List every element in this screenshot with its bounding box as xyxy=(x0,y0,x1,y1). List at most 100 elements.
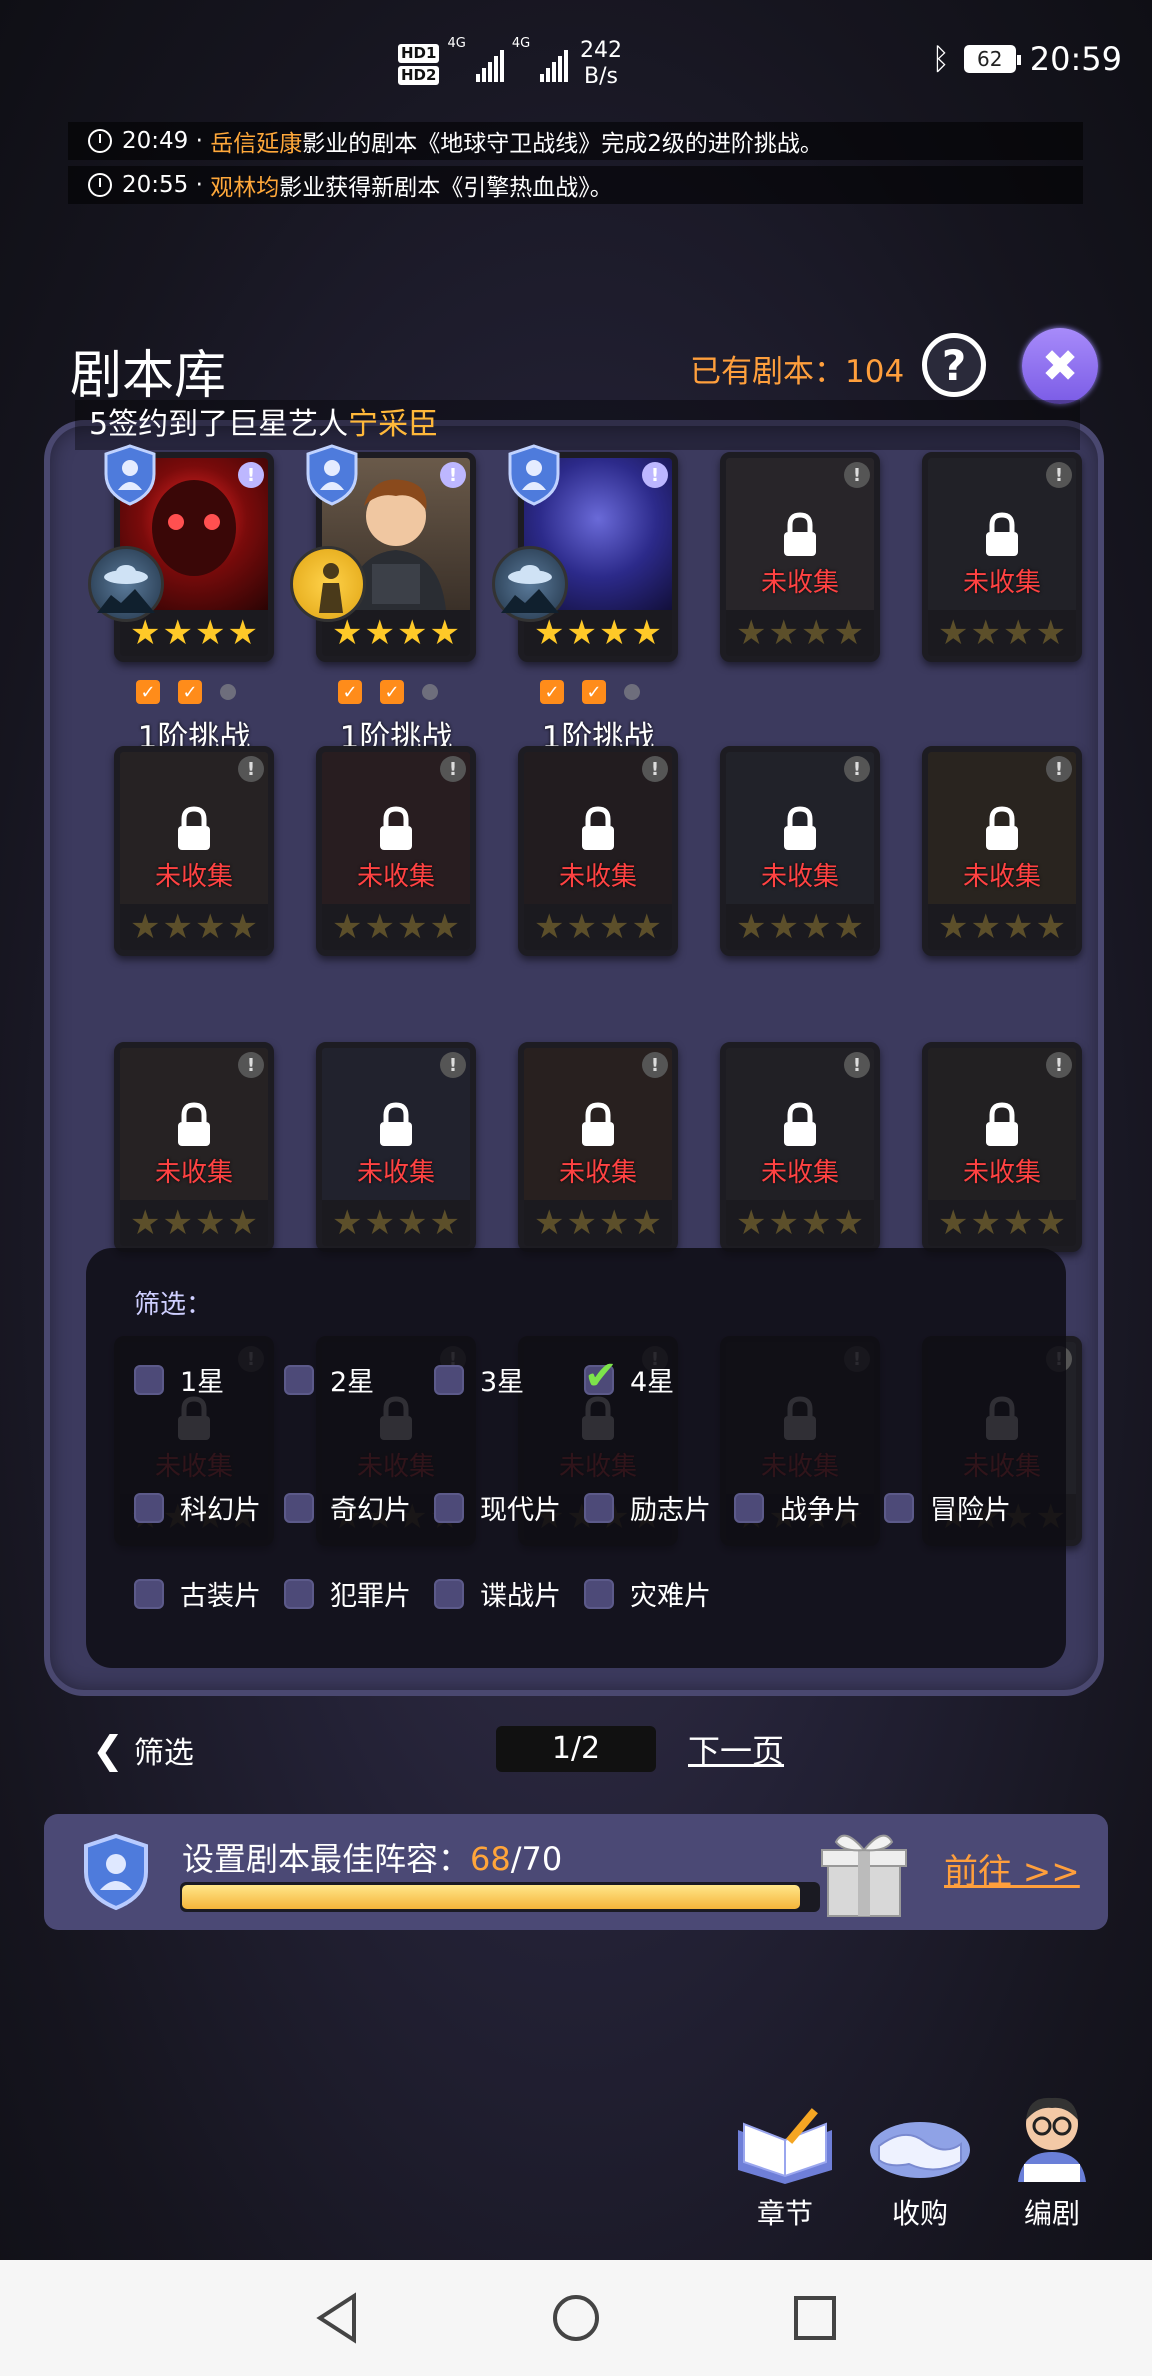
script-card-locked[interactable]: 未收集!★★★★ xyxy=(720,746,880,956)
filter-1-star[interactable]: 1星 xyxy=(134,1360,224,1399)
filter-genre-modern[interactable]: 现代片 xyxy=(434,1488,561,1527)
checkbox[interactable] xyxy=(284,1364,314,1395)
filter-4-star[interactable]: 4星 xyxy=(584,1353,674,1399)
news-player-name: 岳信延康 xyxy=(210,131,303,157)
nav-writers-button[interactable]: 编剧 xyxy=(992,2090,1112,2232)
star-icon: ★ xyxy=(195,907,226,947)
nav-chapters-button[interactable]: 章节 xyxy=(725,2090,845,2232)
filter-toggle-button[interactable]: ❮ 筛选 xyxy=(92,1728,194,1772)
best-lineup-bar: 设置剧本最佳阵容：68/70 前往 >> xyxy=(44,1814,1108,1930)
filter-genre-adventure[interactable]: 冒险片 xyxy=(884,1488,1011,1527)
star-icon: ★ xyxy=(631,907,662,947)
script-card-locked[interactable]: 未收集!★★★★ xyxy=(720,452,880,662)
clock-icon xyxy=(88,173,112,197)
back-icon[interactable] xyxy=(310,2290,362,2350)
checkbox-checked[interactable] xyxy=(584,1353,618,1399)
info-icon[interactable]: ! xyxy=(1046,756,1072,782)
padlock-icon xyxy=(982,806,1022,856)
padlock-icon xyxy=(780,806,820,856)
check-icon: ✓ xyxy=(380,680,404,704)
close-button[interactable]: ✖ xyxy=(1022,328,1098,404)
filter-genre-costume[interactable]: 古装片 xyxy=(134,1574,261,1613)
filter-2-star[interactable]: 2星 xyxy=(284,1360,374,1399)
nav-acquire-button[interactable]: 收购 xyxy=(860,2090,980,2232)
info-icon[interactable]: ! xyxy=(238,1052,264,1078)
checkbox[interactable] xyxy=(434,1578,464,1609)
actor-shield-icon xyxy=(102,444,158,506)
info-icon[interactable]: ! xyxy=(642,756,668,782)
info-icon[interactable]: ! xyxy=(642,1052,668,1078)
news-time: 20:55 xyxy=(122,172,189,198)
checkbox[interactable] xyxy=(134,1492,164,1523)
star-rating: ★★★★ xyxy=(524,904,672,950)
script-card-locked[interactable]: 未收集! ★★★★ xyxy=(518,746,678,956)
info-icon[interactable]: ! xyxy=(844,756,870,782)
info-icon[interactable]: ! xyxy=(238,756,264,782)
star-icon: ★ xyxy=(801,1203,832,1243)
checkbox[interactable] xyxy=(584,1492,614,1523)
uncollected-label: 未收集 xyxy=(962,1158,1041,1188)
script-card-locked[interactable]: 未收集! ★★★★ xyxy=(114,1042,274,1252)
news-separator: · xyxy=(195,172,203,198)
uncollected-label: 未收集 xyxy=(154,1158,233,1188)
filter-genre-crime[interactable]: 犯罪片 xyxy=(284,1574,411,1613)
script-card-locked[interactable]: 未收集!★★★★ xyxy=(922,746,1082,956)
filter-genre-fantasy[interactable]: 奇幻片 xyxy=(284,1488,411,1527)
star-rating: ★★★★ xyxy=(120,1200,268,1246)
info-icon[interactable]: ! xyxy=(1046,1052,1072,1078)
info-icon[interactable]: ! xyxy=(440,756,466,782)
checkbox[interactable] xyxy=(134,1578,164,1609)
star-icon: ★ xyxy=(429,1203,460,1243)
checkbox[interactable] xyxy=(584,1578,614,1609)
stage-progress: ✓ ✓ xyxy=(338,680,438,704)
status-bar: HD1 HD2 4G 4G 242 B/s ᛒ 62 20:59 xyxy=(0,0,1152,120)
script-card-locked[interactable]: 未收集!★★★★ xyxy=(922,452,1082,662)
info-icon[interactable]: ! xyxy=(844,1052,870,1078)
star-icon: ★ xyxy=(332,1203,363,1243)
home-icon[interactable] xyxy=(550,2290,602,2350)
script-card-locked[interactable]: 未收集!★★★★ xyxy=(922,1042,1082,1252)
script-card-locked[interactable]: 未收集!★★★★ xyxy=(720,1042,880,1252)
checkbox[interactable] xyxy=(134,1364,164,1395)
padlock-icon xyxy=(780,1102,820,1152)
info-icon[interactable]: ! xyxy=(440,462,466,488)
filter-genre-inspirational[interactable]: 励志片 xyxy=(584,1488,711,1527)
clock: 20:59 xyxy=(1029,40,1122,78)
actor-shield-icon xyxy=(304,444,360,506)
news-separator: · xyxy=(195,128,203,154)
script-card-locked[interactable]: 未收集!★★★★ xyxy=(114,746,274,956)
gift-box-icon[interactable] xyxy=(814,1822,914,1926)
filter-genre-scifi[interactable]: 科幻片 xyxy=(134,1488,261,1527)
goto-button[interactable]: 前往 >> xyxy=(944,1844,1080,1893)
signal-type-2: 4G xyxy=(511,36,531,51)
checkbox[interactable] xyxy=(284,1578,314,1609)
system-navigation-bar xyxy=(0,2260,1152,2376)
filter-genre-war[interactable]: 战争片 xyxy=(734,1488,861,1527)
script-card-locked[interactable]: 未收集!★★★★ xyxy=(316,1042,476,1252)
filter-genre-spy[interactable]: 谍战片 xyxy=(434,1574,561,1613)
recents-icon[interactable] xyxy=(790,2290,842,2350)
check-icon: ✓ xyxy=(136,680,160,704)
script-card-locked[interactable]: 未收集!★★★★ xyxy=(518,1042,678,1252)
script-card-locked[interactable]: 未收集!★★★★ xyxy=(316,746,476,956)
checkbox[interactable] xyxy=(434,1492,464,1523)
info-icon[interactable]: ! xyxy=(642,462,668,488)
shield-icon xyxy=(76,1832,156,1916)
checkbox[interactable] xyxy=(434,1364,464,1395)
star-icon: ★ xyxy=(1003,1203,1034,1243)
star-icon: ★ xyxy=(768,907,799,947)
checkbox[interactable] xyxy=(734,1492,764,1523)
next-page-button[interactable]: 下一页 xyxy=(688,1726,784,1772)
uncollected-label: 未收集 xyxy=(558,862,637,892)
help-button[interactable]: ? xyxy=(922,333,986,397)
check-icon: ✓ xyxy=(540,680,564,704)
info-icon[interactable]: ! xyxy=(440,1052,466,1078)
info-icon[interactable]: ! xyxy=(238,462,264,488)
checkbox[interactable] xyxy=(284,1492,314,1523)
info-icon[interactable]: ! xyxy=(844,462,870,488)
checkbox[interactable] xyxy=(884,1492,914,1523)
star-icon: ★ xyxy=(938,1203,969,1243)
filter-genre-disaster[interactable]: 灾难片 xyxy=(584,1574,711,1613)
info-icon[interactable]: ! xyxy=(1046,462,1072,488)
filter-3-star[interactable]: 3星 xyxy=(434,1360,524,1399)
